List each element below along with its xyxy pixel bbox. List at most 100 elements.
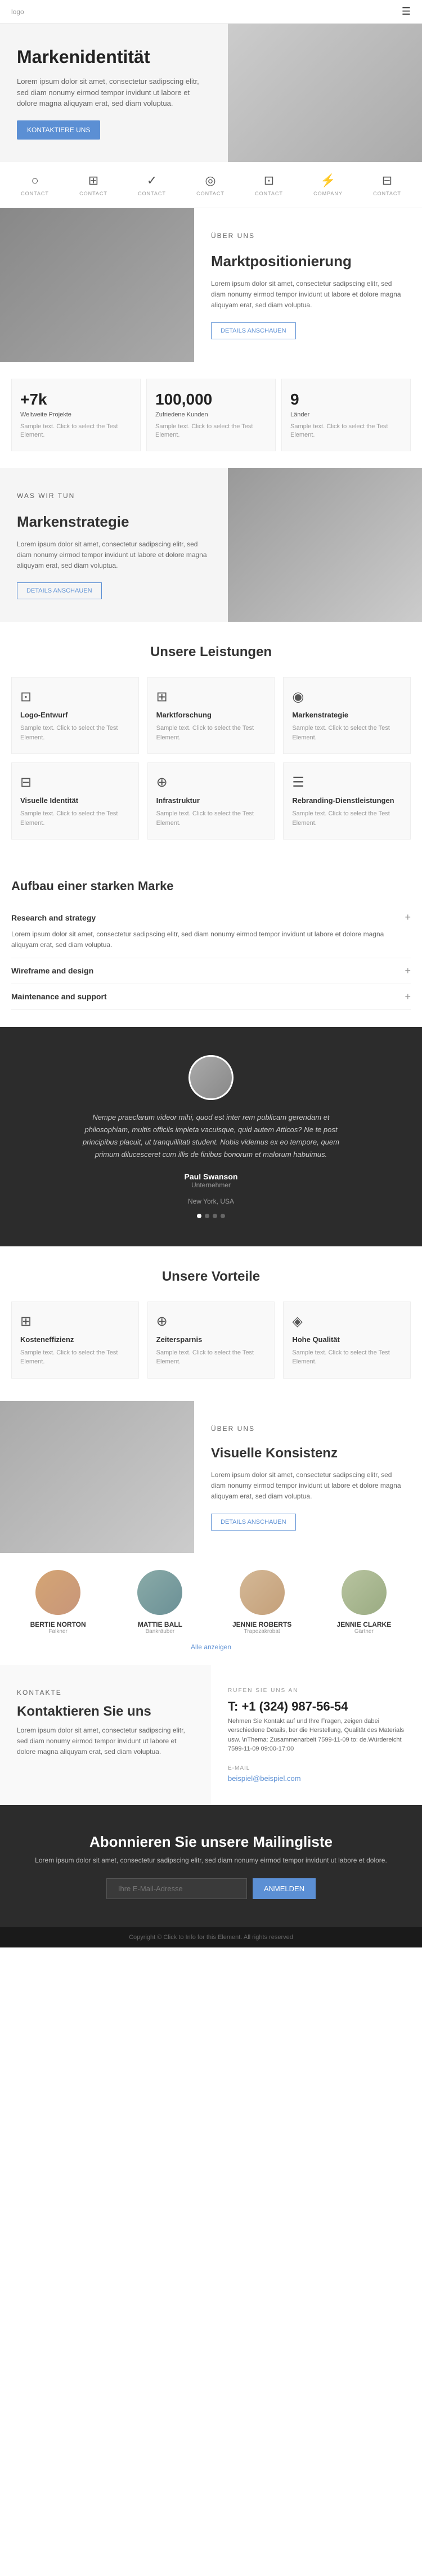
stat-number-1: +7k	[20, 391, 132, 409]
team-role-3: Trapezakrobat	[244, 1628, 280, 1635]
about-label: ÜBER UNS	[211, 231, 405, 241]
accordion-item-1[interactable]: Research and strategy + Lorem ipsum dolo…	[11, 905, 411, 958]
accordion-item-3[interactable]: Maintenance and support +	[11, 984, 411, 1010]
accordion-header-3[interactable]: Maintenance and support +	[11, 991, 411, 1003]
stat-desc-2: Sample text. Click to select the Test El…	[155, 423, 267, 440]
advantage-title-1: Kosteneffizienz	[20, 1335, 130, 1344]
accordion-item-2[interactable]: Wireframe and design +	[11, 958, 411, 984]
accordion-header-1[interactable]: Research and strategy +	[11, 912, 411, 923]
contact-email[interactable]: beispiel@beispiel.com	[228, 1774, 405, 1783]
logo: logo	[11, 8, 24, 16]
service-desc-6: Sample text. Click to select the Test El…	[292, 809, 402, 828]
advantage-icon-3: ◈	[292, 1313, 402, 1330]
visual-details-button[interactable]: DETAILS ANSCHAUEN	[211, 1514, 296, 1531]
stat-card-2: 100,000 Zufriedene Kunden Sample text. C…	[146, 379, 276, 452]
accordion-item-title-1: Research and strategy	[11, 913, 96, 922]
team-card-4: JENNIE CLARKE Gärtner	[317, 1570, 411, 1635]
contact-phone-desc: Nehmen Sie Kontakt auf und Ihre Fragen, …	[228, 1717, 405, 1754]
hero-cta-button[interactable]: KONTAKTIERE UNS	[17, 120, 100, 140]
stat-label-2: Zufriedene Kunden	[155, 411, 267, 418]
testimonial-dot-1[interactable]	[197, 1214, 201, 1218]
icon-label-6: COMPANY	[313, 191, 343, 196]
about-title: Marktpositionierung	[211, 253, 405, 270]
services-title: Unsere Leistungen	[11, 644, 411, 660]
team-more-link[interactable]: Alle anzeigen	[11, 1635, 411, 1659]
strategy-details-button[interactable]: DETAILS ANSCHAUEN	[17, 582, 102, 599]
advantages-section: Unsere Vorteile ⊞ Kosteneffizienz Sample…	[0, 1246, 422, 1401]
service-card-2: ⊞ Marktforschung Sample text. Click to s…	[147, 677, 275, 754]
advantage-desc-1: Sample text. Click to select the Test El…	[20, 1348, 130, 1367]
contact-left: KONTAKTE Kontaktieren Sie uns Lorem ipsu…	[0, 1665, 211, 1805]
service-card-1: ⊡ Logo-Entwurf Sample text. Click to sel…	[11, 677, 139, 754]
accordion-item-title-3: Maintenance and support	[11, 992, 107, 1001]
about-details-button[interactable]: DETAILS ANSCHAUEN	[211, 322, 296, 339]
newsletter-email-input[interactable]	[106, 1878, 247, 1899]
team-name-2: MATTIE BALL	[138, 1621, 182, 1628]
icon-item-7[interactable]: ⊟ CONTACT	[373, 173, 401, 196]
service-title-4: Visuelle Identität	[20, 796, 130, 805]
accordion-section: Aufbau einer starken Marke Research and …	[0, 862, 422, 1026]
about-description: Lorem ipsum dolor sit amet, consectetur …	[211, 279, 405, 311]
strategy-title: Markenstrategie	[17, 513, 211, 531]
strategy-description: Lorem ipsum dolor sit amet, consectetur …	[17, 539, 211, 572]
accordion-header-2[interactable]: Wireframe and design +	[11, 965, 411, 977]
icon-contact-7: ⊟	[382, 173, 392, 188]
testimonial-dot-3[interactable]	[213, 1214, 217, 1218]
icon-item-2[interactable]: ⊞ CONTACT	[79, 173, 107, 196]
testimonial-dot-2[interactable]	[205, 1214, 209, 1218]
advantage-card-3: ◈ Hohe Qualität Sample text. Click to se…	[283, 1302, 411, 1379]
icon-item-4[interactable]: ◎ CONTACT	[196, 173, 225, 196]
icon-label-2: CONTACT	[79, 191, 107, 196]
strategy-image	[228, 468, 422, 622]
hero-title: Markenidentität	[17, 46, 211, 68]
about-image	[0, 208, 194, 362]
team-avatar-4	[342, 1570, 387, 1615]
stat-desc-1: Sample text. Click to select the Test El…	[20, 423, 132, 440]
icon-label-1: CONTACT	[21, 191, 49, 196]
advantages-grid: ⊞ Kosteneffizienz Sample text. Click to …	[11, 1302, 411, 1379]
icon-label-7: CONTACT	[373, 191, 401, 196]
testimonial-sub: New York, USA	[188, 1197, 234, 1205]
newsletter-title: Abonnieren Sie unsere Mailingliste	[11, 1833, 411, 1851]
services-grid: ⊡ Logo-Entwurf Sample text. Click to sel…	[11, 677, 411, 840]
stat-number-3: 9	[290, 391, 402, 409]
service-desc-4: Sample text. Click to select the Test El…	[20, 809, 130, 828]
hero-image-placeholder	[228, 24, 422, 162]
icon-item-6[interactable]: ⚡ COMPANY	[313, 173, 343, 196]
team-card-3: JENNIE ROBERTS Trapezakrobat	[216, 1570, 309, 1635]
visual-text: ÜBER UNS Visuelle Konsistenz Lorem ipsum…	[194, 1401, 422, 1553]
service-card-6: ☰ Rebranding-Dienstleistungen Sample tex…	[283, 762, 411, 840]
service-desc-3: Sample text. Click to select the Test El…	[292, 724, 402, 742]
icon-item-5[interactable]: ⊡ CONTACT	[255, 173, 283, 196]
menu-icon[interactable]: ☰	[402, 6, 411, 17]
about-section: ÜBER UNS Marktpositionierung Lorem ipsum…	[0, 208, 422, 362]
icons-row: ○ CONTACT ⊞ CONTACT ✓ CONTACT ◎ CONTACT …	[0, 162, 422, 208]
advantage-card-2: ⊕ Zeitersparnis Sample text. Click to se…	[147, 1302, 275, 1379]
testimonial-dot-4[interactable]	[221, 1214, 225, 1218]
icon-contact-1: ○	[31, 173, 38, 188]
visual-image	[0, 1401, 194, 1553]
visual-description: Lorem ipsum dolor sit amet, consectetur …	[211, 1470, 405, 1502]
advantage-icon-1: ⊞	[20, 1313, 130, 1330]
newsletter-submit-button[interactable]: ANMELDEN	[253, 1878, 316, 1899]
contact-call-label: RUFEN SIE UNS AN	[228, 1688, 405, 1694]
contact-label: KONTAKTE	[17, 1688, 194, 1698]
about-text: ÜBER UNS Marktpositionierung Lorem ipsum…	[194, 208, 422, 362]
icon-item-1[interactable]: ○ CONTACT	[21, 173, 49, 196]
icon-item-3[interactable]: ✓ CONTACT	[138, 173, 166, 196]
service-icon-6: ☰	[292, 774, 402, 791]
icon-company-1: ⚡	[320, 173, 335, 188]
newsletter-description: Lorem ipsum dolor sit amet, consectetur …	[11, 1856, 411, 1864]
newsletter-form: ANMELDEN	[11, 1878, 411, 1899]
team-name-3: JENNIE ROBERTS	[232, 1621, 291, 1628]
team-role-1: Falkner	[48, 1628, 67, 1635]
service-icon-5: ⊕	[156, 774, 266, 791]
team-card-1: BERTIE NORTON Falkner	[11, 1570, 105, 1635]
team-role-2: Bankräuber	[146, 1628, 175, 1635]
accordion-plus-icon-2: +	[405, 965, 411, 977]
accordion-plus-icon-3: +	[405, 991, 411, 1003]
strategy-image-placeholder	[228, 468, 422, 622]
advantage-title-2: Zeitersparnis	[156, 1335, 266, 1344]
advantage-title-3: Hohe Qualität	[292, 1335, 402, 1344]
team-grid: BERTIE NORTON Falkner MATTIE BALL Bankrä…	[11, 1570, 411, 1635]
